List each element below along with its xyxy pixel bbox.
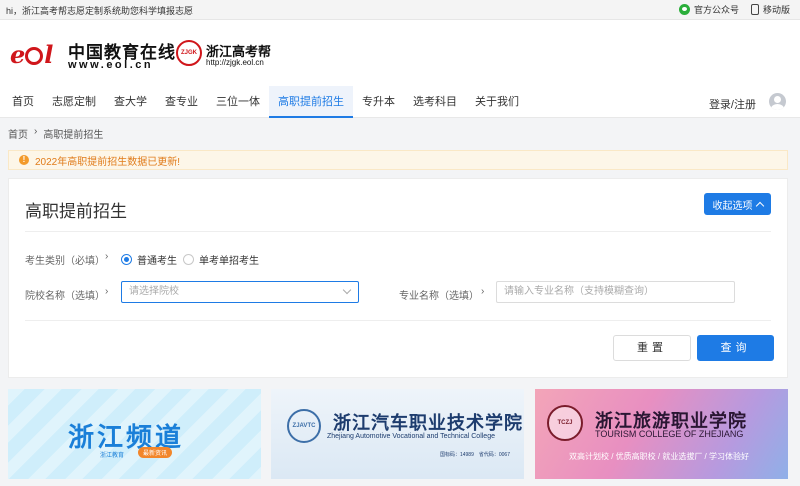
school-select-placeholder: 请选择院校: [129, 286, 179, 297]
wechat-label: 官方公众号: [693, 5, 739, 15]
greeting-text: hi，浙江高考帮志愿定制系统助您科学填报志愿: [6, 6, 194, 16]
radio-regular-label: 普通考生: [137, 256, 177, 267]
major-input[interactable]: 请输入专业名称（支持模糊查询）: [496, 281, 735, 303]
major-arrow-icon: ›: [481, 286, 485, 297]
breadcrumb: 首页 › 高职提前招生: [8, 126, 103, 141]
school-select[interactable]: 请选择院校: [121, 281, 359, 303]
category-label: 考生类别（必填）: [25, 256, 105, 267]
wechat-icon: [678, 4, 690, 15]
major-label: 专业名称（选填）: [399, 291, 479, 302]
main-nav: 首页 志愿定制 查大学 查专业 三位一体 高职提前招生 专升本 选考科目 关于我…: [0, 86, 800, 118]
banner-subtitle: TOURISM COLLEGE OF ZHEJIANG: [595, 429, 744, 439]
mobile-link[interactable]: 移动版: [750, 3, 790, 16]
school-label: 院校名称（选填）: [25, 291, 105, 302]
banner-slogan: 双高计划校 / 优质高职校 / 就业选拔厂 / 学习体验好: [569, 452, 750, 461]
collapse-options-label: 收起选项: [712, 200, 753, 212]
nav-item-about[interactable]: 关于我们: [466, 86, 528, 118]
radio-regular-student[interactable]: 普通考生: [121, 252, 177, 267]
breadcrumb-home[interactable]: 首页: [8, 126, 28, 141]
radio-single-exam-label: 单考单招考生: [199, 256, 259, 267]
banner-zhejiang-channel[interactable]: 浙江频道 浙江教育 最新资讯: [8, 389, 261, 479]
banner-badge: 最新资讯: [138, 447, 173, 458]
user-avatar-icon[interactable]: [769, 93, 786, 110]
warning-icon: !: [19, 155, 29, 165]
top-bar-links: 官方公众号 移动版: [678, 3, 790, 16]
notice-text: 2022年高职提前招生数据已更新!: [35, 156, 181, 168]
radio-single-exam-student[interactable]: 单考单招考生: [183, 252, 259, 267]
mobile-label: 移动版: [762, 5, 790, 15]
nav-item-majors[interactable]: 查专业: [156, 86, 207, 118]
school-arrow-icon: ›: [105, 286, 109, 297]
divider: [25, 231, 771, 232]
zjgk-logo[interactable]: ZJGK 浙江高考帮 http://zjgk.eol.cn: [176, 40, 276, 70]
divider: [25, 320, 771, 321]
chevron-down-icon: [342, 285, 352, 295]
phone-icon: [750, 4, 759, 15]
radio-unchecked-icon: [183, 254, 194, 265]
zjgk-seal-icon: ZJGK: [176, 40, 202, 66]
nav-item-subjects[interactable]: 选考科目: [404, 86, 466, 118]
nav-item-universities[interactable]: 查大学: [105, 86, 156, 118]
login-link[interactable]: 登录/注册: [709, 96, 756, 112]
nav-item-three-in-one[interactable]: 三位一体: [207, 86, 269, 118]
filter-panel: 高职提前招生 收起选项 考生类别（必填） › 普通考生 单考单招考生 院校名称（…: [8, 178, 788, 378]
banner-subtitle: Zhejiang Automotive Vocational and Techn…: [327, 433, 495, 440]
banner-code: 国标码：14989 省代码：0067: [439, 452, 510, 458]
banner-tag: 浙江教育: [100, 453, 125, 459]
banner-title: 浙江汽车职业技术学院: [333, 413, 523, 434]
nav-item-upgrade[interactable]: 专升本: [353, 86, 404, 118]
update-notice: ! 2022年高职提前招生数据已更新!: [8, 150, 788, 170]
nav-links: 首页 志愿定制 查大学 查专业 三位一体 高职提前招生 专升本 选考科目 关于我…: [0, 86, 528, 118]
nav-item-custom[interactable]: 志愿定制: [43, 86, 105, 118]
eol-logo[interactable]: el 中国教育在线 www.eol.cn: [10, 38, 175, 72]
category-arrow-icon: ›: [105, 251, 109, 262]
college-seal-icon: ZJAVTC: [287, 409, 321, 443]
banner-tourism-college[interactable]: TCZJ 浙江旅游职业学院 TOURISM COLLEGE OF ZHEJIAN…: [535, 389, 788, 479]
panel-title: 高职提前招生: [25, 202, 127, 221]
radio-checked-icon: [121, 254, 132, 265]
collapse-options-button[interactable]: 收起选项: [704, 193, 771, 215]
eol-logo-url: www.eol.cn: [68, 59, 154, 71]
banner-auto-college[interactable]: ZJAVTC 浙江汽车职业技术学院 Zhejiang Automotive Vo…: [271, 389, 524, 479]
breadcrumb-current: 高职提前招生: [43, 130, 104, 141]
banner-row: 浙江频道 浙江教育 最新资讯 ZJAVTC 浙江汽车职业技术学院 Zhejian…: [8, 389, 788, 479]
zjgk-logo-url: http://zjgk.eol.cn: [206, 58, 264, 67]
college-seal-icon: TCZJ: [547, 405, 583, 441]
site-header: el 中国教育在线 www.eol.cn ZJGK 浙江高考帮 http://z…: [0, 20, 800, 86]
breadcrumb-separator: ›: [34, 126, 38, 137]
wechat-link[interactable]: 官方公众号: [678, 3, 739, 16]
eol-mark-icon: el: [10, 40, 53, 69]
reset-button[interactable]: 重置: [613, 335, 691, 361]
top-bar: hi，浙江高考帮志愿定制系统助您科学填报志愿 官方公众号 移动版: [0, 0, 800, 20]
nav-item-home[interactable]: 首页: [0, 86, 43, 118]
chevron-up-icon: [755, 201, 764, 210]
query-button[interactable]: 查询: [697, 335, 774, 361]
nav-item-early-admission[interactable]: 高职提前招生: [269, 86, 353, 118]
